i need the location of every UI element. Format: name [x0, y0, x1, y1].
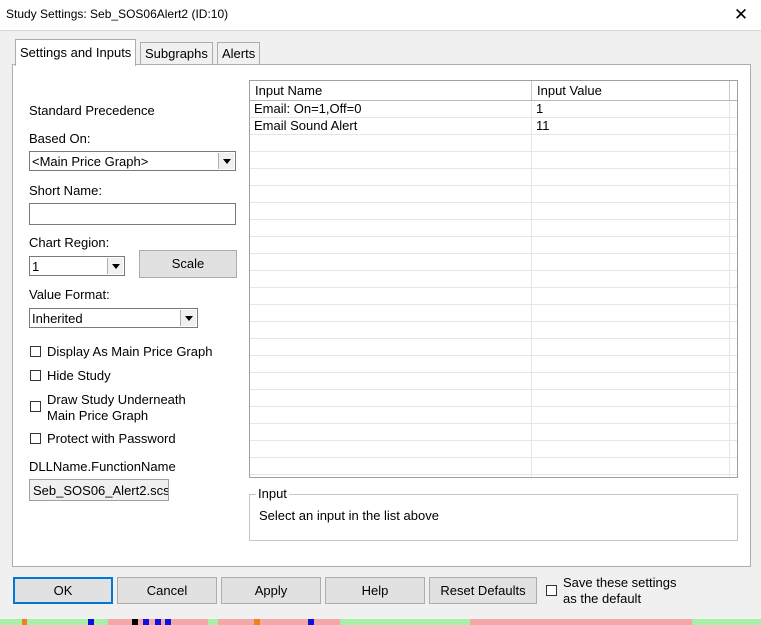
based-on-dropdown[interactable]: <Main Price Graph>	[29, 151, 236, 171]
background-strip-mark	[308, 619, 314, 625]
tab-label: Subgraphs	[145, 46, 208, 61]
tab-label: Alerts	[222, 46, 256, 61]
input-help-text: Select an input in the list above	[259, 508, 439, 523]
table-row-empty[interactable]	[250, 169, 737, 186]
draw-study-underneath-label-line2: Main Price Graph	[47, 408, 149, 423]
short-name-input[interactable]	[29, 203, 236, 225]
tab-alerts[interactable]: Alerts	[217, 42, 261, 65]
table-row-empty[interactable]	[250, 373, 737, 390]
background-strip-mark	[22, 619, 27, 625]
input-value-cell: 1	[536, 101, 544, 116]
value-format-label: Value Format:	[29, 287, 110, 302]
hide-study-label: Hide Study	[47, 368, 111, 383]
chart-region-label: Chart Region:	[29, 235, 110, 250]
hide-study-checkbox[interactable]	[30, 370, 41, 381]
column-header-input-value[interactable]: Input Value	[532, 81, 730, 100]
input-name-cell: Email Sound Alert	[254, 118, 358, 133]
value-format-value: Inherited	[32, 311, 83, 326]
title-bar: Study Settings: Seb_SOS06Alert2 (ID:10) …	[0, 0, 761, 30]
table-row-empty[interactable]	[250, 322, 737, 339]
title-separator	[0, 30, 761, 31]
background-strip-mark	[155, 619, 161, 625]
background-strip-mark	[143, 619, 149, 625]
based-on-value: <Main Price Graph>	[32, 154, 149, 169]
table-row-empty[interactable]	[250, 339, 737, 356]
chevron-down-icon[interactable]	[180, 310, 196, 326]
table-row-empty[interactable]	[250, 135, 737, 152]
table-row-empty[interactable]	[250, 237, 737, 254]
column-header-input-name[interactable]: Input Name	[250, 81, 532, 100]
table-row[interactable]: Email Sound Alert 11	[250, 118, 737, 135]
background-strip	[340, 619, 470, 625]
inputs-table[interactable]: Input Name Input Value Email: On=1,Off=0…	[249, 80, 738, 478]
reset-defaults-button[interactable]: Reset Defaults	[429, 577, 537, 604]
standard-precedence-label: Standard Precedence	[29, 103, 155, 118]
based-on-label: Based On:	[29, 131, 91, 146]
table-row-empty[interactable]	[250, 220, 737, 237]
background-strip	[208, 619, 218, 625]
window-title: Study Settings: Seb_SOS06Alert2 (ID:10)	[6, 7, 229, 21]
save-default-checkbox[interactable]	[546, 585, 557, 596]
background-strip	[470, 619, 692, 625]
input-groupbox: Input Select an input in the list above	[249, 486, 738, 541]
protect-with-password-checkbox[interactable]	[30, 433, 41, 444]
table-row-empty[interactable]	[250, 288, 737, 305]
value-format-dropdown[interactable]: Inherited	[29, 308, 198, 328]
chart-region-value: 1	[32, 259, 40, 274]
background-strip	[692, 619, 761, 625]
tab-subgraphs[interactable]: Subgraphs	[140, 42, 213, 65]
table-row-empty[interactable]	[250, 356, 737, 373]
short-name-label: Short Name:	[29, 183, 102, 198]
chevron-down-icon[interactable]	[218, 153, 234, 169]
close-icon[interactable]: ✕	[721, 0, 761, 30]
table-row-empty[interactable]	[250, 271, 737, 288]
input-name-cell: Email: On=1,Off=0	[254, 101, 362, 116]
draw-study-underneath-label-line1: Draw Study Underneath	[47, 392, 186, 407]
table-row[interactable]: Email: On=1,Off=0 1	[250, 101, 737, 118]
dll-function-value: Seb_SOS06_Alert2.scsf_	[33, 483, 169, 498]
input-value-cell: 11	[536, 118, 550, 133]
tab-settings-and-inputs[interactable]: Settings and Inputs	[15, 39, 137, 66]
table-row-empty[interactable]	[250, 424, 737, 441]
save-default-label-line2: as the default	[563, 591, 642, 606]
table-row-empty[interactable]	[250, 458, 737, 475]
table-row-empty[interactable]	[250, 254, 737, 271]
scale-button[interactable]: Scale	[139, 250, 237, 278]
table-header: Input Name Input Value	[250, 81, 737, 101]
dll-function-label: DLLName.FunctionName	[29, 459, 176, 474]
display-as-main-price-graph-label: Display As Main Price Graph	[47, 344, 213, 359]
save-default-label-line1: Save these settings	[563, 575, 677, 590]
table-row-empty[interactable]	[250, 203, 737, 220]
chart-region-dropdown[interactable]: 1	[29, 256, 125, 276]
table-row-empty[interactable]	[250, 390, 737, 407]
tab-label: Settings and Inputs	[20, 45, 132, 60]
apply-button[interactable]: Apply	[221, 577, 321, 604]
background-strip-mark	[88, 619, 94, 625]
table-row-empty[interactable]	[250, 186, 737, 203]
table-row-empty[interactable]	[250, 305, 737, 322]
help-button[interactable]: Help	[325, 577, 425, 604]
background-strip-mark	[254, 619, 260, 625]
chevron-down-icon[interactable]	[107, 258, 123, 274]
ok-button[interactable]: OK	[13, 577, 113, 604]
input-groupbox-legend: Input	[256, 486, 289, 501]
cancel-button[interactable]: Cancel	[117, 577, 217, 604]
protect-with-password-label: Protect with Password	[47, 431, 176, 446]
background-strip	[218, 619, 340, 625]
table-row-empty[interactable]	[250, 441, 737, 458]
table-row-empty[interactable]	[250, 407, 737, 424]
background-strip-mark	[165, 619, 171, 625]
table-row-empty[interactable]	[250, 152, 737, 169]
background-strip-mark	[132, 619, 138, 625]
draw-study-underneath-checkbox[interactable]	[30, 401, 41, 412]
dll-function-field[interactable]: Seb_SOS06_Alert2.scsf_	[29, 479, 169, 501]
display-as-main-price-graph-checkbox[interactable]	[30, 346, 41, 357]
